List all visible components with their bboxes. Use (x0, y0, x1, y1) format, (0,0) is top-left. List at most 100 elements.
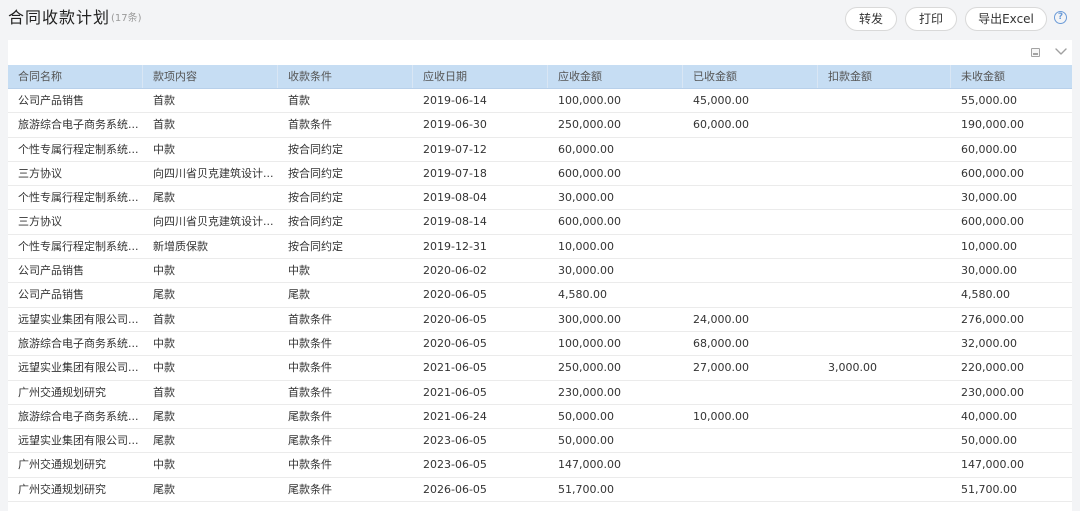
table-row[interactable]: 公司产品销售 中款 中款 2020-06-02 30,000.00 30,000… (8, 259, 1072, 284)
cell-collection-condition: 按合同约定 (288, 166, 343, 180)
table-row[interactable]: 广州交通规划研究 首款 首款条件 2021-06-05 230,000.00 2… (8, 380, 1072, 405)
table-row[interactable]: 广州交通规划研究 尾款 尾款条件 2026-06-05 51,700.00 51… (8, 477, 1072, 503)
cell-receivable-amount: 300,000.00 (558, 312, 621, 326)
cell-deduction-amount (818, 453, 951, 477)
column-header-deduction-amount[interactable]: 扣款金额 (818, 65, 951, 88)
cell-contract-name: 公司产品销售 (18, 94, 84, 107)
cell-collection-condition: 中款 (288, 264, 310, 278)
column-header-outstanding-amount[interactable]: 未收金额 (951, 65, 1072, 88)
column-header-received-amount[interactable]: 已收金额 (683, 65, 818, 88)
cell-payment-item: 中款 (153, 458, 175, 472)
cell-received-amount (683, 138, 818, 162)
table-row[interactable]: 公司产品销售 首款 首款 2019-06-14 100,000.00 45,00… (8, 89, 1072, 114)
cell-outstanding-amount: 30,000.00 (961, 191, 1017, 205)
cell-outstanding-amount: 600,000.00 (961, 166, 1024, 180)
cell-payment-item: 首款 (153, 312, 175, 326)
cell-received-amount: 27,000.00 (693, 361, 749, 375)
column-header-collection-condition[interactable]: 收款条件 (278, 65, 413, 88)
cell-outstanding-amount: 276,000.00 (961, 312, 1024, 326)
cell-outstanding-amount: 51,700.00 (961, 482, 1017, 496)
cell-deduction-amount (818, 210, 951, 234)
column-header-contract-name[interactable]: 合同名称 (8, 65, 143, 88)
cell-deduction-amount (818, 405, 951, 429)
cell-collection-condition: 尾款 (288, 288, 310, 302)
cell-receivable-amount: 30,000.00 (558, 191, 614, 205)
cell-receivable-amount: 250,000.00 (558, 361, 621, 375)
cell-payment-item: 中款 (153, 142, 175, 156)
cell-contract-name: 广州交通规划研究 (18, 458, 106, 472)
table-row[interactable]: 远望实业集团有限公司... 中款 中款条件 2021-06-05 250,000… (8, 356, 1072, 381)
cell-due-date: 2021-06-05 (423, 361, 487, 375)
cell-collection-condition: 按合同约定 (288, 191, 343, 205)
table-row[interactable]: 三方协议 向四川省贝克建筑设计... 按合同约定 2019-07-18 600,… (8, 161, 1072, 187)
page-header: 合同收款计划 (17条) 转发 打印 导出Excel ? (0, 0, 1080, 40)
cell-collection-condition: 中款条件 (288, 458, 332, 472)
table-row[interactable]: 三方协议 向四川省贝克建筑设计... 按合同约定 2019-08-14 600,… (8, 210, 1072, 235)
cell-due-date: 2020-06-05 (423, 288, 487, 302)
cell-deduction-amount: 3,000.00 (828, 361, 877, 375)
column-header-payment-item[interactable]: 款项内容 (143, 65, 278, 88)
cell-received-amount: 24,000.00 (693, 312, 749, 326)
cell-due-date: 2023-06-05 (423, 434, 487, 448)
column-header-receivable-amount[interactable]: 应收金额 (548, 65, 683, 88)
table-row[interactable]: 个性专属行程定制系统... 新增质保款 按合同约定 2019-12-31 10,… (8, 234, 1072, 260)
cell-outstanding-amount: 50,000.00 (961, 434, 1017, 448)
cell-deduction-amount (818, 308, 951, 332)
cell-collection-condition: 按合同约定 (288, 142, 343, 156)
cell-deduction-amount (818, 89, 951, 113)
table-row[interactable]: 旅游综合电子商务系统... 中款 中款条件 2020-06-05 100,000… (8, 331, 1072, 357)
cell-due-date: 2026-06-05 (423, 482, 487, 496)
table-row[interactable]: 广州交通规划研究 中款 中款条件 2023-06-05 147,000.00 1… (8, 453, 1072, 478)
cell-received-amount (683, 381, 818, 405)
cell-received-amount (683, 429, 818, 453)
cell-receivable-amount: 230,000.00 (558, 385, 621, 399)
cell-receivable-amount: 50,000.00 (558, 434, 614, 448)
cell-contract-name: 远望实业集团有限公司... (18, 434, 139, 448)
table-row[interactable]: 个性专属行程定制系统... 中款 按合同约定 2019-07-12 60,000… (8, 137, 1072, 162)
print-icon[interactable] (1031, 48, 1040, 57)
cell-received-amount: 60,000.00 (693, 118, 749, 132)
cell-due-date: 2020-06-02 (423, 264, 487, 278)
cell-collection-condition: 尾款条件 (288, 434, 332, 448)
cell-contract-name: 旅游综合电子商务系统... (18, 409, 139, 423)
cell-payment-item: 尾款 (153, 409, 175, 423)
cell-outstanding-amount: 147,000.00 (961, 458, 1024, 472)
cell-contract-name: 旅游综合电子商务系统... (18, 118, 139, 132)
table-row[interactable]: 个性专属行程定制系统... 尾款 按合同约定 2019-08-04 30,000… (8, 186, 1072, 211)
cell-contract-name: 广州交通规划研究 (18, 385, 106, 399)
cell-outstanding-amount: 230,000.00 (961, 385, 1024, 399)
chevron-down-icon[interactable] (1054, 44, 1068, 58)
cell-payment-item: 新增质保款 (153, 239, 208, 253)
cell-received-amount (683, 186, 818, 210)
table-row[interactable]: 公司产品销售 尾款 尾款 2020-06-05 4,580.00 4,580.0… (8, 283, 1072, 308)
cell-received-amount (683, 478, 818, 502)
table-row[interactable]: 旅游综合电子商务系统... 首款 首款条件 2019-06-30 250,000… (8, 113, 1072, 138)
cell-receivable-amount: 600,000.00 (558, 215, 621, 229)
cell-payment-item: 向四川省贝克建筑设计... (153, 166, 274, 180)
cell-payment-item: 中款 (153, 264, 175, 278)
cell-received-amount (683, 210, 818, 234)
cell-outstanding-amount: 4,580.00 (961, 288, 1010, 302)
export-excel-button[interactable]: 导出Excel (965, 7, 1047, 31)
table-row[interactable]: 远望实业集团有限公司... 尾款 尾款条件 2023-06-05 50,000.… (8, 429, 1072, 454)
cell-received-amount (683, 235, 818, 259)
cell-deduction-amount (818, 259, 951, 283)
cell-payment-item: 尾款 (153, 191, 175, 205)
cell-received-amount (683, 259, 818, 283)
cell-due-date: 2021-06-05 (423, 385, 487, 399)
column-header-due-date[interactable]: 应收日期 (413, 65, 548, 88)
cell-payment-item: 尾款 (153, 482, 175, 496)
forward-button[interactable]: 转发 (845, 7, 897, 31)
print-button[interactable]: 打印 (905, 7, 957, 31)
table-row[interactable]: 远望实业集团有限公司... 首款 首款条件 2020-06-05 300,000… (8, 307, 1072, 332)
help-icon[interactable]: ? (1054, 11, 1067, 24)
cell-payment-item: 中款 (153, 361, 175, 375)
cell-outstanding-amount: 220,000.00 (961, 361, 1024, 375)
cell-outstanding-amount: 600,000.00 (961, 215, 1024, 229)
cell-receivable-amount: 147,000.00 (558, 458, 621, 472)
cell-due-date: 2021-06-24 (423, 409, 487, 423)
cell-received-amount (683, 283, 818, 307)
cell-contract-name: 旅游综合电子商务系统... (18, 336, 139, 350)
table-row[interactable]: 旅游综合电子商务系统... 尾款 尾款条件 2021-06-24 50,000.… (8, 404, 1072, 430)
cell-receivable-amount: 250,000.00 (558, 118, 621, 132)
